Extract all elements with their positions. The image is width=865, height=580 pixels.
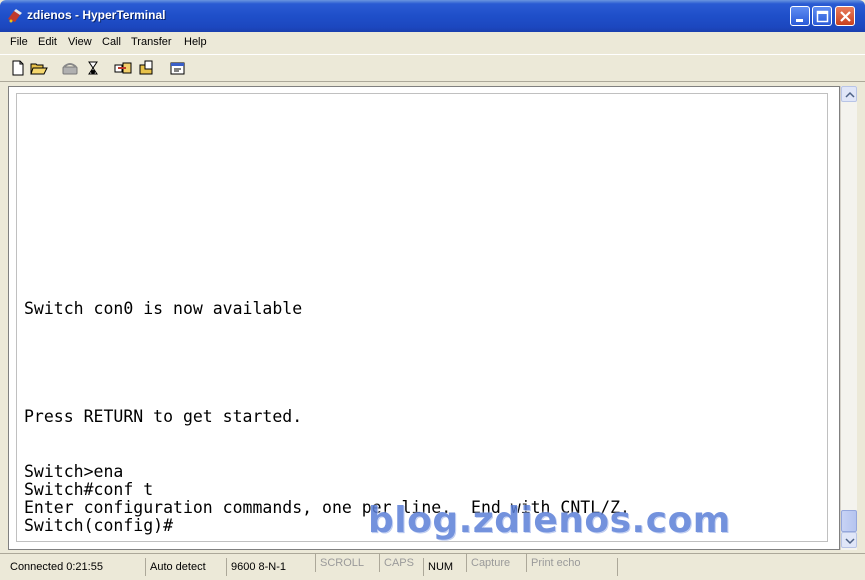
status-num: NUM (423, 558, 466, 576)
status-detect: Auto detect (145, 558, 225, 576)
scroll-thumb[interactable] (841, 510, 857, 532)
terminal-line: Switch>ena (24, 462, 124, 481)
status-bar: Connected 0:21:55 Auto detect 9600 8-N-1… (0, 553, 865, 580)
new-document-icon[interactable] (9, 59, 27, 77)
call-phone-icon[interactable] (61, 59, 79, 77)
scroll-up-button[interactable] (841, 86, 857, 102)
terminal-line: Switch#conf t (24, 480, 154, 499)
minimize-button[interactable] (790, 6, 810, 26)
status-scroll: SCROLL (315, 554, 378, 572)
status-caps: CAPS (379, 554, 422, 572)
menu-bar: File Edit View Call Transfer Help (0, 33, 865, 53)
menu-call[interactable]: Call (102, 36, 121, 48)
terminal-line: Switch con0 is now available (24, 299, 303, 318)
status-settings: 9600 8-N-1 (226, 558, 314, 576)
disconnect-icon[interactable] (85, 59, 103, 77)
menu-view[interactable]: View (68, 36, 92, 48)
scroll-down-button[interactable] (841, 532, 857, 548)
maximize-icon (816, 10, 829, 23)
arrow-up-icon (845, 91, 855, 98)
menu-transfer[interactable]: Transfer (131, 36, 172, 48)
close-icon (840, 11, 851, 22)
terminal-line: Press RETURN to get started. (24, 407, 303, 426)
status-connected: Connected 0:21:55 (10, 561, 103, 573)
status-print-echo: Print echo (526, 554, 616, 572)
minimize-icon (796, 19, 803, 22)
watermark: blog.zdienos.com (368, 500, 731, 541)
hyperterminal-app-icon[interactable] (7, 9, 23, 23)
menu-help[interactable]: Help (184, 36, 207, 48)
properties-icon[interactable] (169, 59, 187, 77)
maximize-button[interactable] (812, 6, 832, 26)
open-folder-icon[interactable] (30, 59, 48, 77)
status-empty (617, 558, 857, 576)
status-capture: Capture (466, 554, 525, 572)
receive-file-icon[interactable] (138, 59, 156, 77)
title-bar[interactable]: zdienos - HyperTerminal (0, 0, 865, 32)
toolbar (0, 54, 865, 82)
menu-file[interactable]: File (10, 36, 28, 48)
close-button[interactable] (835, 6, 855, 26)
vertical-scrollbar[interactable] (840, 86, 857, 550)
send-file-icon[interactable] (114, 59, 132, 77)
arrow-down-icon (845, 538, 855, 545)
menu-edit[interactable]: Edit (38, 36, 57, 48)
window-title: zdienos - HyperTerminal (27, 8, 166, 22)
terminal-prompt: Switch(config)# (24, 516, 174, 535)
